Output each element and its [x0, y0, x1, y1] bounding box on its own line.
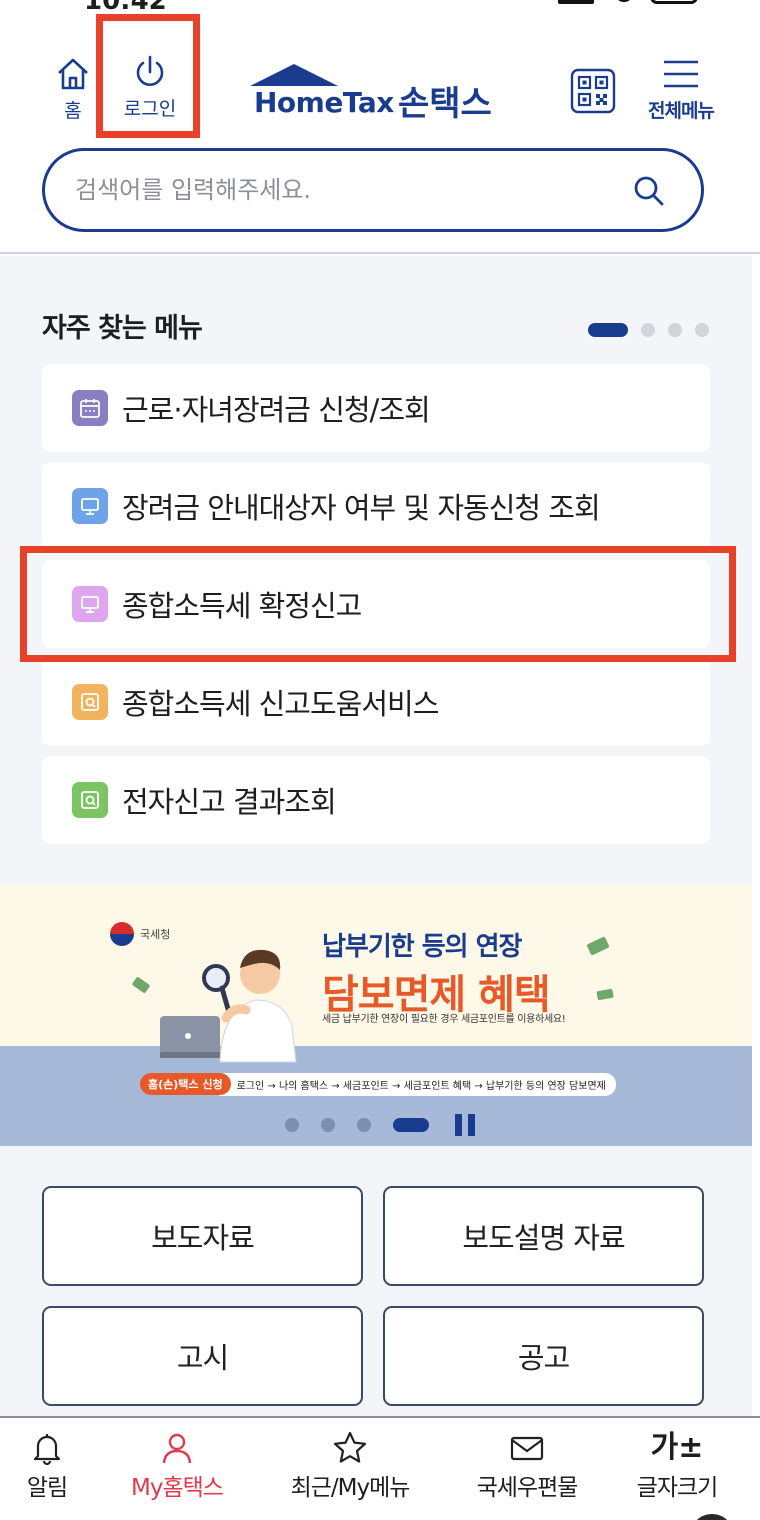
promo-banner[interactable]: 국세청 납부기한 등의 연장 담보면제 혜택 세금 납부기한 연장이 필요한 경…: [0, 884, 752, 1146]
nts-logo: 국세청: [110, 922, 170, 946]
magnifier-doc-icon: [72, 684, 108, 720]
magnifier-doc-icon: [72, 782, 108, 818]
money-icon: [132, 977, 150, 993]
money-icon: [587, 936, 609, 956]
menu-item-label: 장려금 안내대상자 여부 및 자동신청 조회: [122, 491, 601, 525]
logo-text-ko: 손택스: [398, 84, 492, 124]
monitor-icon: [72, 488, 108, 524]
search-icon[interactable]: [633, 175, 665, 207]
pause-icon[interactable]: [455, 1114, 481, 1136]
search-input[interactable]: [75, 169, 615, 211]
carousel-dot[interactable]: [641, 323, 655, 337]
nav-label: 글자크기: [636, 1475, 719, 1501]
money-icon: [596, 988, 614, 1000]
nav-my-hometax[interactable]: My홈택스: [102, 1430, 252, 1502]
menu-item-incentive-target-inquiry[interactable]: 장려금 안내대상자 여부 및 자동신청 조회: [42, 462, 710, 550]
press-explanation-button[interactable]: 보도설명 자료: [383, 1186, 704, 1286]
logo-roof-icon: [250, 64, 338, 86]
nav-label: 알림: [26, 1475, 68, 1501]
nts-emblem-icon: [110, 922, 134, 946]
envelope-icon: [510, 1436, 544, 1461]
income-tax-highlight-box: [20, 546, 736, 662]
banner-path: 홈(손)택스 신청 로그인 → 나의 홈택스 → 세금포인트 → 세금포인트 혜…: [140, 1072, 616, 1096]
carousel-dot-active[interactable]: [588, 323, 628, 337]
banner-path-tag: 홈(손)택스 신청: [140, 1073, 231, 1095]
status-bar: 10:42: [0, 0, 760, 16]
nav-font-size[interactable]: 가± 글자크기: [602, 1430, 752, 1502]
calendar-icon: [72, 390, 108, 426]
bell-icon: [33, 1434, 61, 1466]
carousel-dot[interactable]: [695, 323, 709, 337]
nav-tax-mail[interactable]: 국세우편물: [452, 1430, 602, 1502]
search-bar: [42, 148, 704, 232]
banner-dot[interactable]: [321, 1118, 335, 1132]
banner-carousel-dots[interactable]: [285, 1114, 481, 1136]
notice-button[interactable]: 고시: [42, 1306, 363, 1406]
nav-label: My홈택스: [131, 1475, 224, 1501]
banner-subtitle: 세금 납부기한 연장이 필요한 경우 세금포인트를 이용하세요!: [322, 1014, 566, 1025]
nav-label: 최근/My메뉴: [290, 1475, 411, 1501]
press-release-button[interactable]: 보도자료: [42, 1186, 363, 1286]
font-size-icon: 가±: [650, 1430, 704, 1465]
hamburger-icon: [664, 60, 698, 88]
header: 홈 로그인 HomeTax 손택스 전체메뉴: [0, 14, 760, 254]
banner-dot-active[interactable]: [393, 1118, 429, 1132]
menu-item-earned-income-credit[interactable]: 근로·자녀장려금 신청/조회: [42, 364, 710, 452]
status-icons: [558, 0, 698, 6]
person-icon: [162, 1433, 192, 1464]
person-with-magnifier-illustration: [160, 949, 297, 1063]
menu-item-label: 근로·자녀장려금 신청/조회: [122, 393, 431, 427]
all-menu-button[interactable]: 전체메뉴: [640, 58, 722, 123]
login-highlight-box: [96, 14, 200, 138]
section-title: 자주 찾는 메뉴: [42, 313, 203, 344]
hometax-logo[interactable]: HomeTax 손택스: [248, 64, 508, 124]
banner-title: 납부기한 등의 연장: [322, 932, 522, 962]
bottom-navigation: 알림 My홈택스 최근/My메뉴 국세우편물 가± 글자크기: [0, 1416, 760, 1520]
all-menu-label: 전체메뉴: [648, 100, 715, 122]
home-label: 홈: [64, 100, 82, 122]
battery-icon: [650, 0, 698, 4]
banner-dot[interactable]: [357, 1118, 371, 1132]
nav-label: 국세우편물: [476, 1475, 579, 1501]
wifi-icon: [614, 0, 634, 2]
banner-dot[interactable]: [285, 1118, 299, 1132]
signal-icon: [558, 0, 594, 4]
home-icon: [58, 58, 88, 90]
announcement-button[interactable]: 공고: [383, 1306, 704, 1406]
logo-text-en: HomeTax: [254, 86, 394, 119]
menu-item-e-filing-result[interactable]: 전자신고 결과조회: [42, 756, 710, 844]
frequent-menu-section: 자주 찾는 메뉴 근로·자녀장려금 신청/조회 장려금 안내대상자 여부 및 자…: [0, 256, 752, 884]
carousel-dots[interactable]: [588, 322, 709, 338]
carousel-dot[interactable]: [668, 323, 682, 337]
nav-recent-my-menu[interactable]: 최근/My메뉴: [275, 1430, 425, 1502]
star-icon: [333, 1431, 367, 1463]
home-button[interactable]: 홈: [50, 54, 96, 123]
menu-item-label: 전자신고 결과조회: [122, 785, 337, 819]
nts-logo-text: 국세청: [140, 928, 171, 941]
press-section: 보도자료 보도설명 자료 고시 공고: [0, 1146, 752, 1416]
menu-item-filing-help-service[interactable]: 종합소득세 신고도움서비스: [42, 658, 710, 746]
qr-code-icon[interactable]: [570, 68, 616, 114]
banner-path-steps: 로그인 → 나의 홈택스 → 세금포인트 → 세금포인트 혜택 → 납부기한 등…: [218, 1072, 616, 1096]
menu-item-label: 종합소득세 신고도움서비스: [122, 687, 439, 721]
